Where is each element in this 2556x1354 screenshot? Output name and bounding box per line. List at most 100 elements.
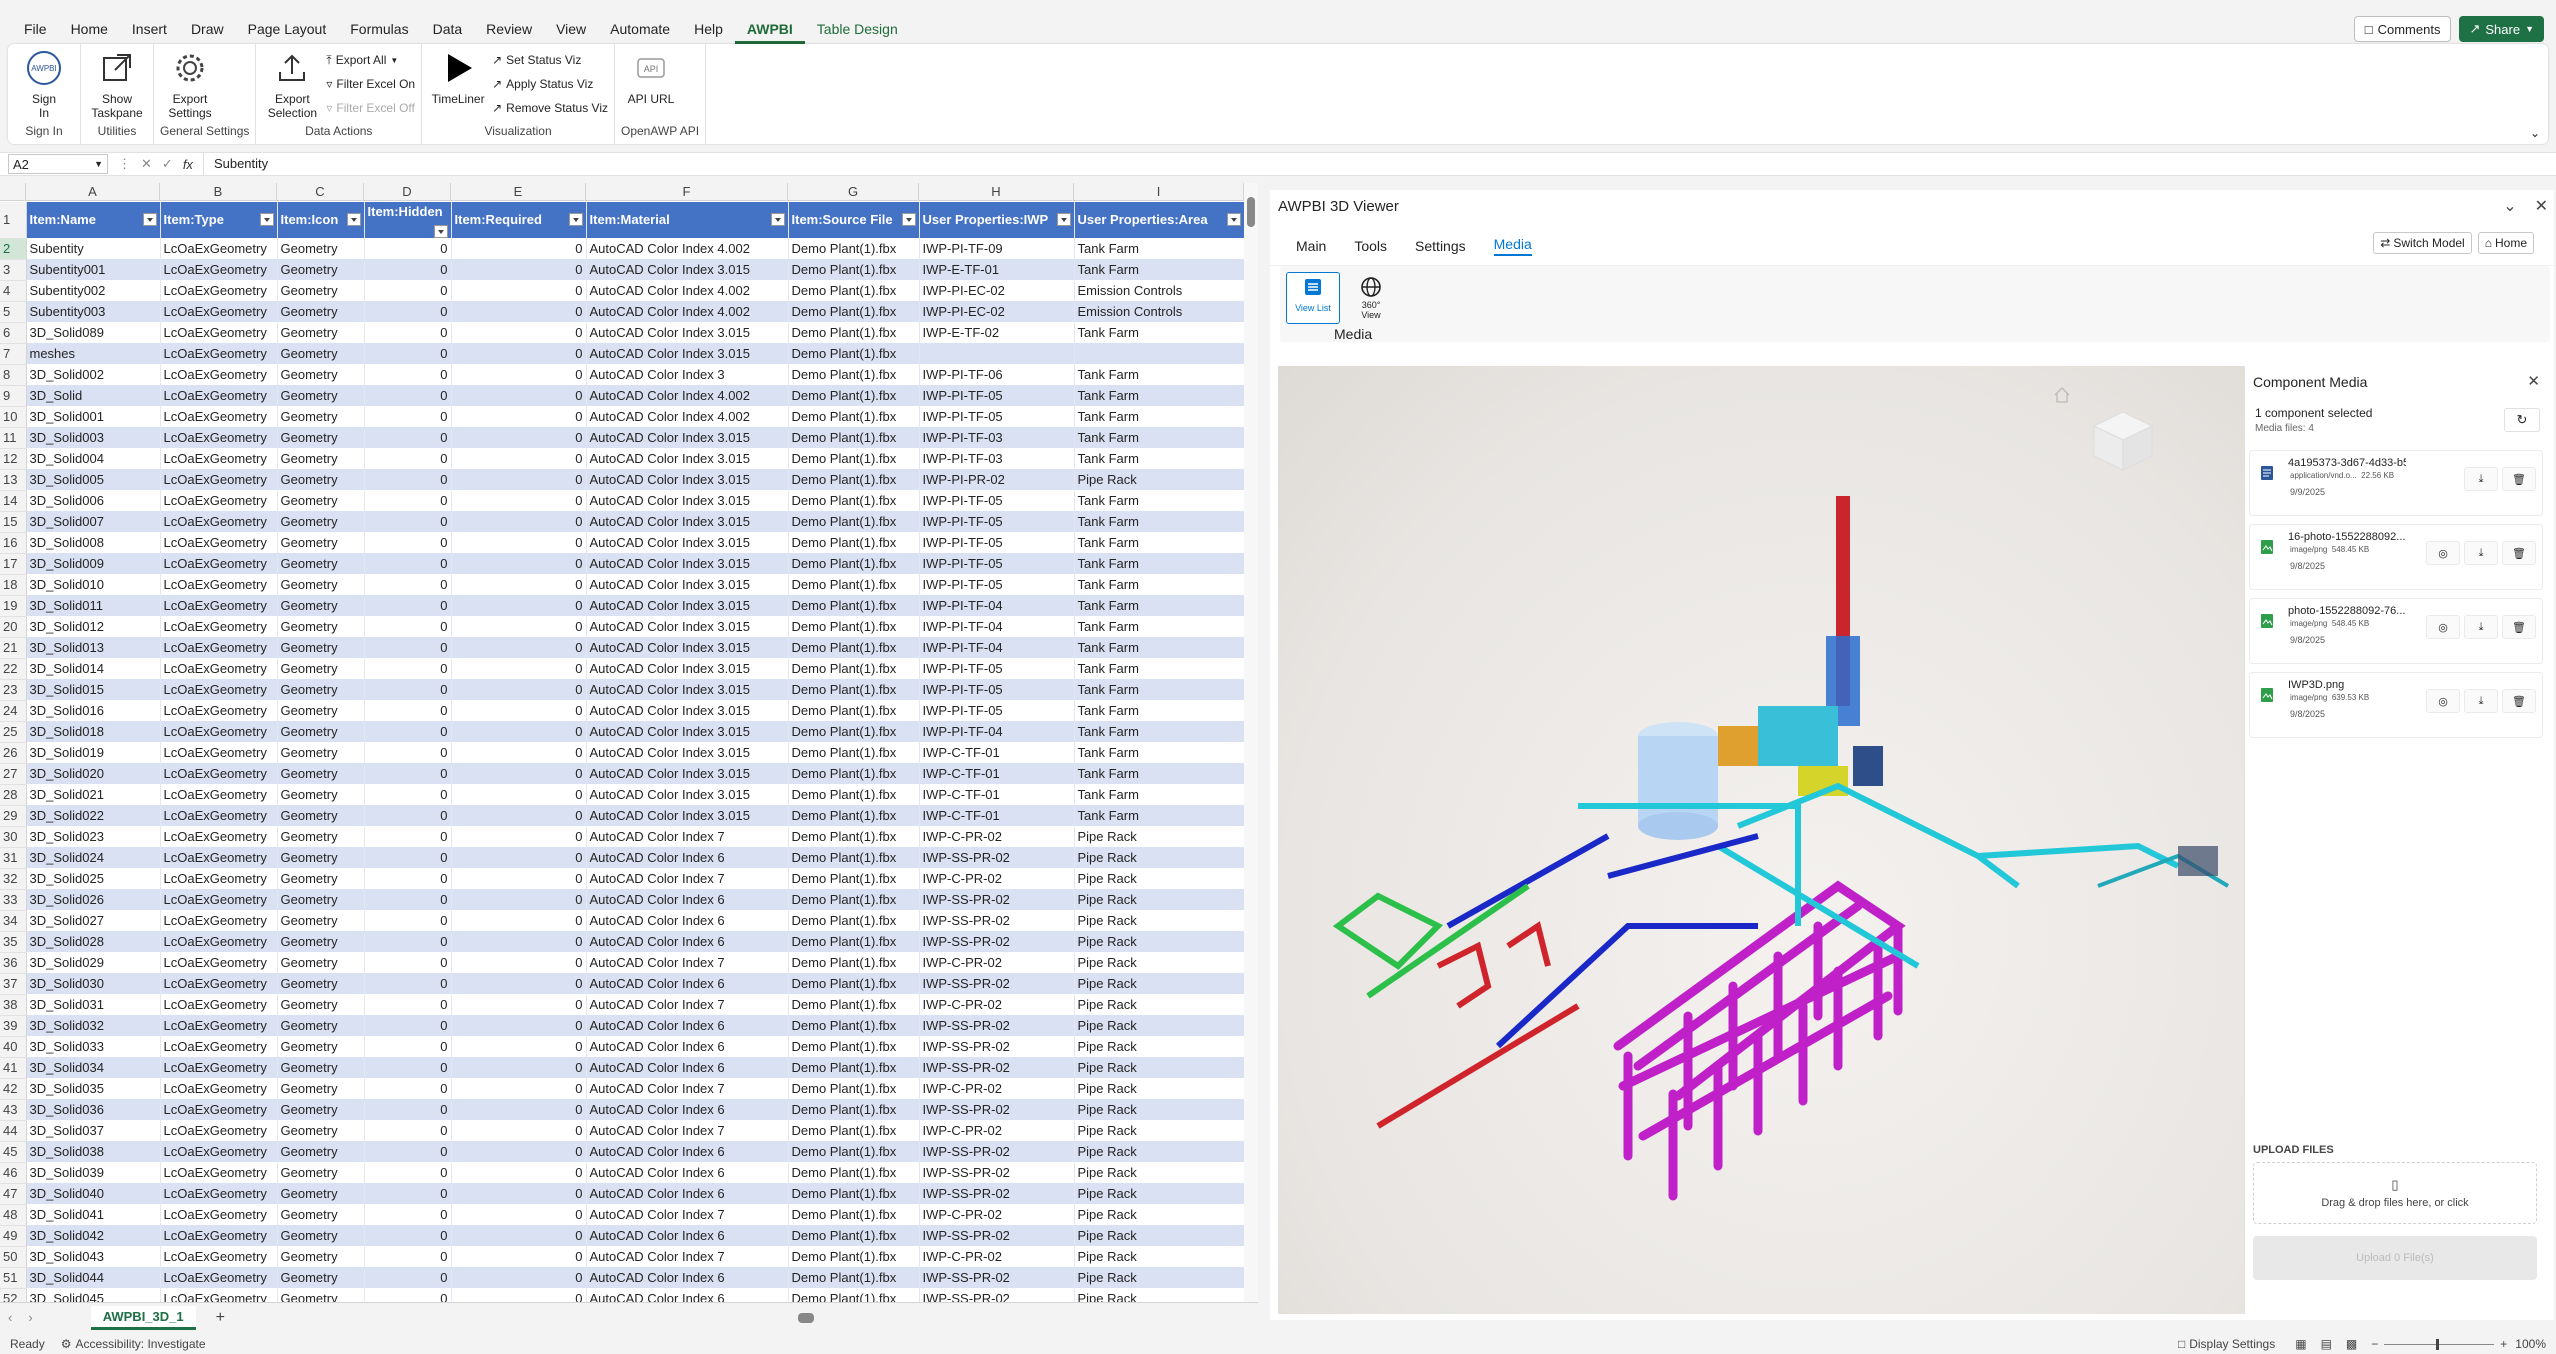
table-cell[interactable]: AutoCAD Color Index 6 bbox=[586, 1057, 789, 1078]
table-cell[interactable]: 0 bbox=[451, 238, 587, 259]
table-cell[interactable]: AutoCAD Color Index 7 bbox=[586, 826, 789, 847]
column-title[interactable]: Item:Hidden bbox=[364, 202, 452, 238]
row-number[interactable]: 14 bbox=[0, 490, 27, 512]
table-cell[interactable]: 0 bbox=[451, 658, 587, 679]
row-number[interactable]: 6 bbox=[0, 322, 27, 344]
table-cell[interactable]: LcOaExGeometry bbox=[160, 658, 278, 679]
table-cell[interactable]: 0 bbox=[364, 826, 452, 847]
table-cell[interactable]: Geometry bbox=[277, 952, 365, 973]
row-number[interactable]: 21 bbox=[0, 637, 27, 659]
table-cell[interactable]: LcOaExGeometry bbox=[160, 1162, 278, 1183]
row-number[interactable]: 30 bbox=[0, 826, 27, 848]
table-cell[interactable]: Demo Plant(1).fbx bbox=[788, 637, 920, 658]
table-cell[interactable]: 0 bbox=[451, 1183, 587, 1204]
table-cell[interactable]: Geometry bbox=[277, 721, 365, 742]
table-cell[interactable]: LcOaExGeometry bbox=[160, 553, 278, 574]
download-icon[interactable]: ⤓ bbox=[2464, 615, 2498, 639]
table-cell[interactable]: 3D_Solid022 bbox=[26, 805, 161, 826]
table-cell[interactable]: Geometry bbox=[277, 1120, 365, 1141]
table-cell[interactable]: IWP-PI-TF-04 bbox=[919, 721, 1075, 742]
table-cell[interactable]: Demo Plant(1).fbx bbox=[788, 847, 920, 868]
table-cell[interactable]: AutoCAD Color Index 3.015 bbox=[586, 574, 789, 595]
table-cell[interactable]: 3D_Solid030 bbox=[26, 973, 161, 994]
table-cell[interactable]: 0 bbox=[364, 1225, 452, 1246]
table-cell[interactable]: Geometry bbox=[277, 238, 365, 259]
accessibility-status[interactable]: Accessibility: Investigate bbox=[75, 1337, 205, 1351]
table-cell[interactable]: 0 bbox=[451, 1246, 587, 1267]
table-cell[interactable]: LcOaExGeometry bbox=[160, 1204, 278, 1225]
table-cell[interactable]: 0 bbox=[451, 259, 587, 280]
table-cell[interactable]: IWP-C-PR-02 bbox=[919, 1204, 1075, 1225]
table-cell[interactable]: Tank Farm bbox=[1074, 742, 1245, 763]
hscroll-thumb[interactable] bbox=[798, 1313, 814, 1323]
prev-sheet-icon[interactable]: ‹ bbox=[8, 1310, 12, 1325]
table-cell[interactable]: 0 bbox=[451, 784, 587, 805]
table-cell[interactable]: LcOaExGeometry bbox=[160, 1288, 278, 1303]
file-drop-zone[interactable]: ▯ Drag & drop files here, or click bbox=[2253, 1162, 2537, 1224]
formula-input[interactable]: Subentity bbox=[202, 153, 2556, 175]
table-cell[interactable]: 3D_Solid034 bbox=[26, 1057, 161, 1078]
table-cell[interactable]: AutoCAD Color Index 4.002 bbox=[586, 280, 789, 301]
table-cell[interactable]: Geometry bbox=[277, 1204, 365, 1225]
column-title[interactable]: User Properties:IWP bbox=[919, 202, 1075, 238]
table-cell[interactable]: 3D_Solid035 bbox=[26, 1078, 161, 1099]
table-cell[interactable]: 0 bbox=[364, 1141, 452, 1162]
table-cell[interactable]: Geometry bbox=[277, 826, 365, 847]
table-cell[interactable]: LcOaExGeometry bbox=[160, 469, 278, 490]
table-cell[interactable]: 3D_Solid010 bbox=[26, 574, 161, 595]
table-cell[interactable]: 3D_Solid044 bbox=[26, 1267, 161, 1288]
row-number[interactable]: 34 bbox=[0, 910, 27, 932]
table-cell[interactable]: Tank Farm bbox=[1074, 763, 1245, 784]
table-cell[interactable]: 0 bbox=[451, 1141, 587, 1162]
table-cell[interactable]: Geometry bbox=[277, 385, 365, 406]
table-cell[interactable]: Geometry bbox=[277, 595, 365, 616]
table-cell[interactable]: Subentity001 bbox=[26, 259, 161, 280]
table-cell[interactable]: LcOaExGeometry bbox=[160, 973, 278, 994]
table-cell[interactable]: 0 bbox=[451, 553, 587, 574]
table-cell[interactable]: Demo Plant(1).fbx bbox=[788, 889, 920, 910]
column-header-c[interactable]: C bbox=[277, 183, 364, 200]
table-cell[interactable]: Pipe Rack bbox=[1074, 889, 1245, 910]
row-number[interactable]: 12 bbox=[0, 448, 27, 470]
table-cell[interactable]: 0 bbox=[451, 826, 587, 847]
table-cell[interactable]: 0 bbox=[364, 1036, 452, 1057]
column-title[interactable]: User Properties:Area bbox=[1074, 202, 1245, 238]
table-cell[interactable]: LcOaExGeometry bbox=[160, 490, 278, 511]
remove-status-viz-button[interactable]: ↗ Remove Status Viz bbox=[492, 98, 608, 118]
table-cell[interactable]: Demo Plant(1).fbx bbox=[788, 448, 920, 469]
row-number[interactable]: 43 bbox=[0, 1099, 27, 1121]
table-cell[interactable]: 0 bbox=[451, 994, 587, 1015]
zoom-in-icon[interactable]: + bbox=[2500, 1337, 2507, 1351]
menu-help[interactable]: Help bbox=[682, 14, 735, 44]
table-cell[interactable]: AutoCAD Color Index 6 bbox=[586, 910, 789, 931]
table-cell[interactable]: LcOaExGeometry bbox=[160, 784, 278, 805]
row-number[interactable]: 16 bbox=[0, 532, 27, 554]
row-number[interactable]: 35 bbox=[0, 931, 27, 953]
table-cell[interactable]: Demo Plant(1).fbx bbox=[788, 427, 920, 448]
export-settings-button[interactable]: Export Settings bbox=[160, 48, 220, 120]
table-cell[interactable]: 3D_Solid026 bbox=[26, 889, 161, 910]
table-cell[interactable]: Geometry bbox=[277, 406, 365, 427]
table-cell[interactable]: 0 bbox=[364, 658, 452, 679]
row-number[interactable]: 39 bbox=[0, 1015, 27, 1037]
table-cell[interactable]: 0 bbox=[451, 1057, 587, 1078]
table-cell[interactable]: 3D_Solid bbox=[26, 385, 161, 406]
row-number[interactable]: 45 bbox=[0, 1141, 27, 1163]
table-cell[interactable]: 0 bbox=[364, 1015, 452, 1036]
menu-review[interactable]: Review bbox=[474, 14, 544, 44]
table-cell[interactable]: 0 bbox=[364, 1288, 452, 1303]
table-cell[interactable]: 3D_Solid003 bbox=[26, 427, 161, 448]
view-icon[interactable]: ◎ bbox=[2426, 541, 2460, 565]
next-sheet-icon[interactable]: › bbox=[28, 1310, 32, 1325]
sheet-tab[interactable]: AWPBI_3D_1 bbox=[90, 1305, 196, 1330]
apply-status-viz-button[interactable]: ↗ Apply Status Viz bbox=[492, 74, 608, 94]
table-cell[interactable]: AutoCAD Color Index 3 bbox=[586, 364, 789, 385]
table-cell[interactable]: LcOaExGeometry bbox=[160, 238, 278, 259]
filter-dropdown-icon[interactable] bbox=[1056, 213, 1071, 226]
table-cell[interactable]: 0 bbox=[364, 889, 452, 910]
table-cell[interactable]: IWP-C-TF-01 bbox=[919, 742, 1075, 763]
table-cell[interactable]: LcOaExGeometry bbox=[160, 1036, 278, 1057]
table-cell[interactable]: AutoCAD Color Index 3.015 bbox=[586, 490, 789, 511]
table-cell[interactable]: LcOaExGeometry bbox=[160, 595, 278, 616]
row-number[interactable]: 27 bbox=[0, 763, 27, 785]
